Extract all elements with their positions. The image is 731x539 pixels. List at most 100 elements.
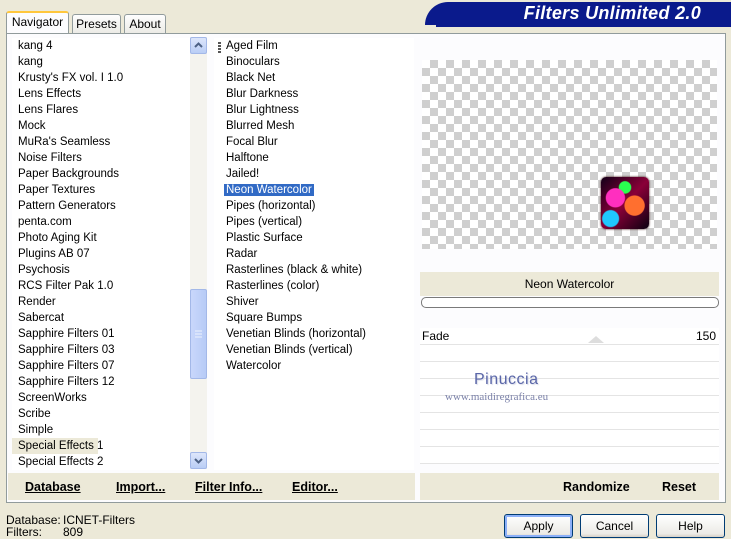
filter-item[interactable]: Binoculars — [214, 54, 414, 70]
category-list[interactable]: kang 4 kang Krusty's FX vol. I 1.0 Lens Eff… — [12, 38, 190, 470]
list-splitter-icon — [218, 42, 221, 53]
category-item-label: Simple — [18, 424, 54, 436]
category-item[interactable]: Special Effects 2 — [12, 454, 190, 470]
preview-thumbnail — [601, 177, 649, 229]
category-item[interactable]: penta.com — [12, 214, 190, 230]
category-item[interactable]: Scribe — [12, 406, 190, 422]
filter-item[interactable]: Shiver — [214, 294, 414, 310]
category-item[interactable]: ScreenWorks — [12, 390, 190, 406]
reset-button[interactable]: Reset — [662, 476, 696, 498]
tab-about[interactable]: About — [124, 14, 166, 33]
category-item[interactable]: Photo Aging Kit — [12, 230, 190, 246]
watermark-name: Pinuccia — [474, 371, 539, 388]
category-item[interactable]: Mock — [12, 118, 190, 134]
filter-item[interactable]: Black Net — [214, 70, 414, 86]
filter-info-button[interactable]: Filter Info... — [195, 476, 262, 498]
category-item[interactable]: Render — [12, 294, 190, 310]
category-item[interactable]: Special Effects 1 — [12, 438, 103, 454]
filter-item-label: Aged Film — [226, 40, 278, 52]
filter-item-label: Blur Lightness — [226, 104, 299, 116]
category-item[interactable]: Krusty's FX vol. I 1.0 — [12, 70, 190, 86]
category-item-label: Photo Aging Kit — [18, 232, 97, 244]
cancel-button[interactable]: Cancel — [580, 514, 649, 538]
category-scrollbar[interactable] — [190, 37, 207, 469]
category-item-label: Krusty's FX vol. I 1.0 — [18, 72, 124, 84]
category-item[interactable]: MuRa's Seamless — [12, 134, 190, 150]
app-title: Filters Unlimited 2.0 — [523, 3, 701, 23]
category-item[interactable]: Pattern Generators — [12, 198, 190, 214]
filter-item[interactable]: Pipes (vertical) — [214, 214, 414, 230]
category-item[interactable]: Sapphire Filters 12 — [12, 374, 190, 390]
category-item[interactable]: RCS Filter Pak 1.0 — [12, 278, 190, 294]
fade-slider-handle[interactable] — [588, 336, 604, 343]
filter-item[interactable]: Blur Lightness — [214, 102, 414, 118]
help-button[interactable]: Help — [656, 514, 725, 538]
category-item-label: MuRa's Seamless — [18, 136, 111, 148]
filter-list[interactable]: Aged Film Binoculars Black Net Blur Darknes… — [214, 38, 414, 470]
filter-item[interactable]: Aged Film — [214, 38, 414, 54]
filter-item[interactable]: Focal Blur — [214, 134, 414, 150]
chevron-up-icon — [194, 42, 203, 48]
category-item[interactable]: Psychosis — [12, 262, 190, 278]
param-row — [420, 447, 719, 464]
filter-item[interactable]: Jailed! — [214, 166, 414, 182]
filter-item[interactable]: Halftone — [214, 150, 414, 166]
filter-item-label: Blur Darkness — [226, 88, 299, 100]
editor-button[interactable]: Editor... — [292, 476, 338, 498]
progress-bar — [421, 297, 719, 308]
filter-item[interactable]: Plastic Surface — [214, 230, 414, 246]
filter-item-label: Watercolor — [226, 360, 282, 372]
scroll-up-button[interactable] — [190, 37, 207, 54]
filter-item[interactable]: Venetian Blinds (horizontal) — [214, 326, 414, 342]
tab-presets[interactable]: Presets — [72, 14, 121, 33]
filter-item[interactable]: Radar — [214, 246, 414, 262]
watermark-url: www.maidiregrafica.eu — [445, 391, 549, 403]
category-item[interactable]: Sapphire Filters 07 — [12, 358, 190, 374]
category-item[interactable]: Sabercat — [12, 310, 190, 326]
category-item-label: Sapphire Filters 01 — [18, 328, 115, 340]
category-item[interactable]: Simple — [12, 422, 190, 438]
filter-item[interactable]: Square Bumps — [214, 310, 414, 326]
database-button[interactable]: Database — [25, 476, 81, 498]
category-item[interactable]: Paper Textures — [12, 182, 190, 198]
filter-item-label: Venetian Blinds (vertical) — [226, 344, 353, 356]
category-item-label: kang 4 — [18, 40, 53, 52]
import-button[interactable]: Import... — [116, 476, 165, 498]
scroll-down-button[interactable] — [190, 452, 207, 469]
filter-item[interactable]: Venetian Blinds (vertical) — [214, 342, 414, 358]
category-item-label: Psychosis — [18, 264, 70, 276]
filter-item-label: Halftone — [226, 152, 269, 164]
filter-item[interactable]: Rasterlines (black & white) — [214, 262, 414, 278]
filter-item[interactable]: Blur Darkness — [214, 86, 414, 102]
filter-item[interactable]: Blurred Mesh — [214, 118, 414, 134]
param-row[interactable] — [420, 328, 719, 345]
apply-button[interactable]: Apply — [504, 514, 573, 538]
category-item[interactable]: Sapphire Filters 03 — [12, 342, 190, 358]
filter-item-label: Square Bumps — [226, 312, 303, 324]
filter-item[interactable]: Pipes (horizontal) — [214, 198, 414, 214]
filter-item-label: Black Net — [226, 72, 276, 84]
filter-item[interactable]: Rasterlines (color) — [214, 278, 414, 294]
category-item[interactable]: Noise Filters — [12, 150, 190, 166]
current-filter-name: Neon Watercolor — [420, 272, 719, 296]
category-item[interactable]: Sapphire Filters 01 — [12, 326, 190, 342]
category-item-label: kang — [18, 56, 43, 68]
category-item[interactable]: Plugins AB 07 — [12, 246, 190, 262]
category-item[interactable]: Lens Flares — [12, 102, 190, 118]
chevron-down-icon — [194, 458, 203, 464]
category-item[interactable]: kang 4 — [12, 38, 190, 54]
param-row — [420, 345, 719, 362]
category-item-label: Plugins AB 07 — [18, 248, 90, 260]
filter-item[interactable]: Watercolor — [214, 358, 414, 374]
category-item[interactable]: Paper Backgrounds — [12, 166, 190, 182]
filter-item-label: Venetian Blinds (horizontal) — [226, 328, 366, 340]
filter-item[interactable]: Neon Watercolor — [214, 182, 414, 198]
scroll-thumb[interactable] — [190, 289, 207, 379]
category-item-label: Lens Flares — [18, 104, 79, 116]
tab-navigator[interactable]: Navigator — [6, 11, 69, 33]
category-item[interactable]: Lens Effects — [12, 86, 190, 102]
randomize-button[interactable]: Randomize — [563, 476, 630, 498]
preview-canvas — [422, 60, 717, 249]
category-item[interactable]: kang — [12, 54, 190, 70]
filters-label: Filters: — [6, 525, 42, 539]
